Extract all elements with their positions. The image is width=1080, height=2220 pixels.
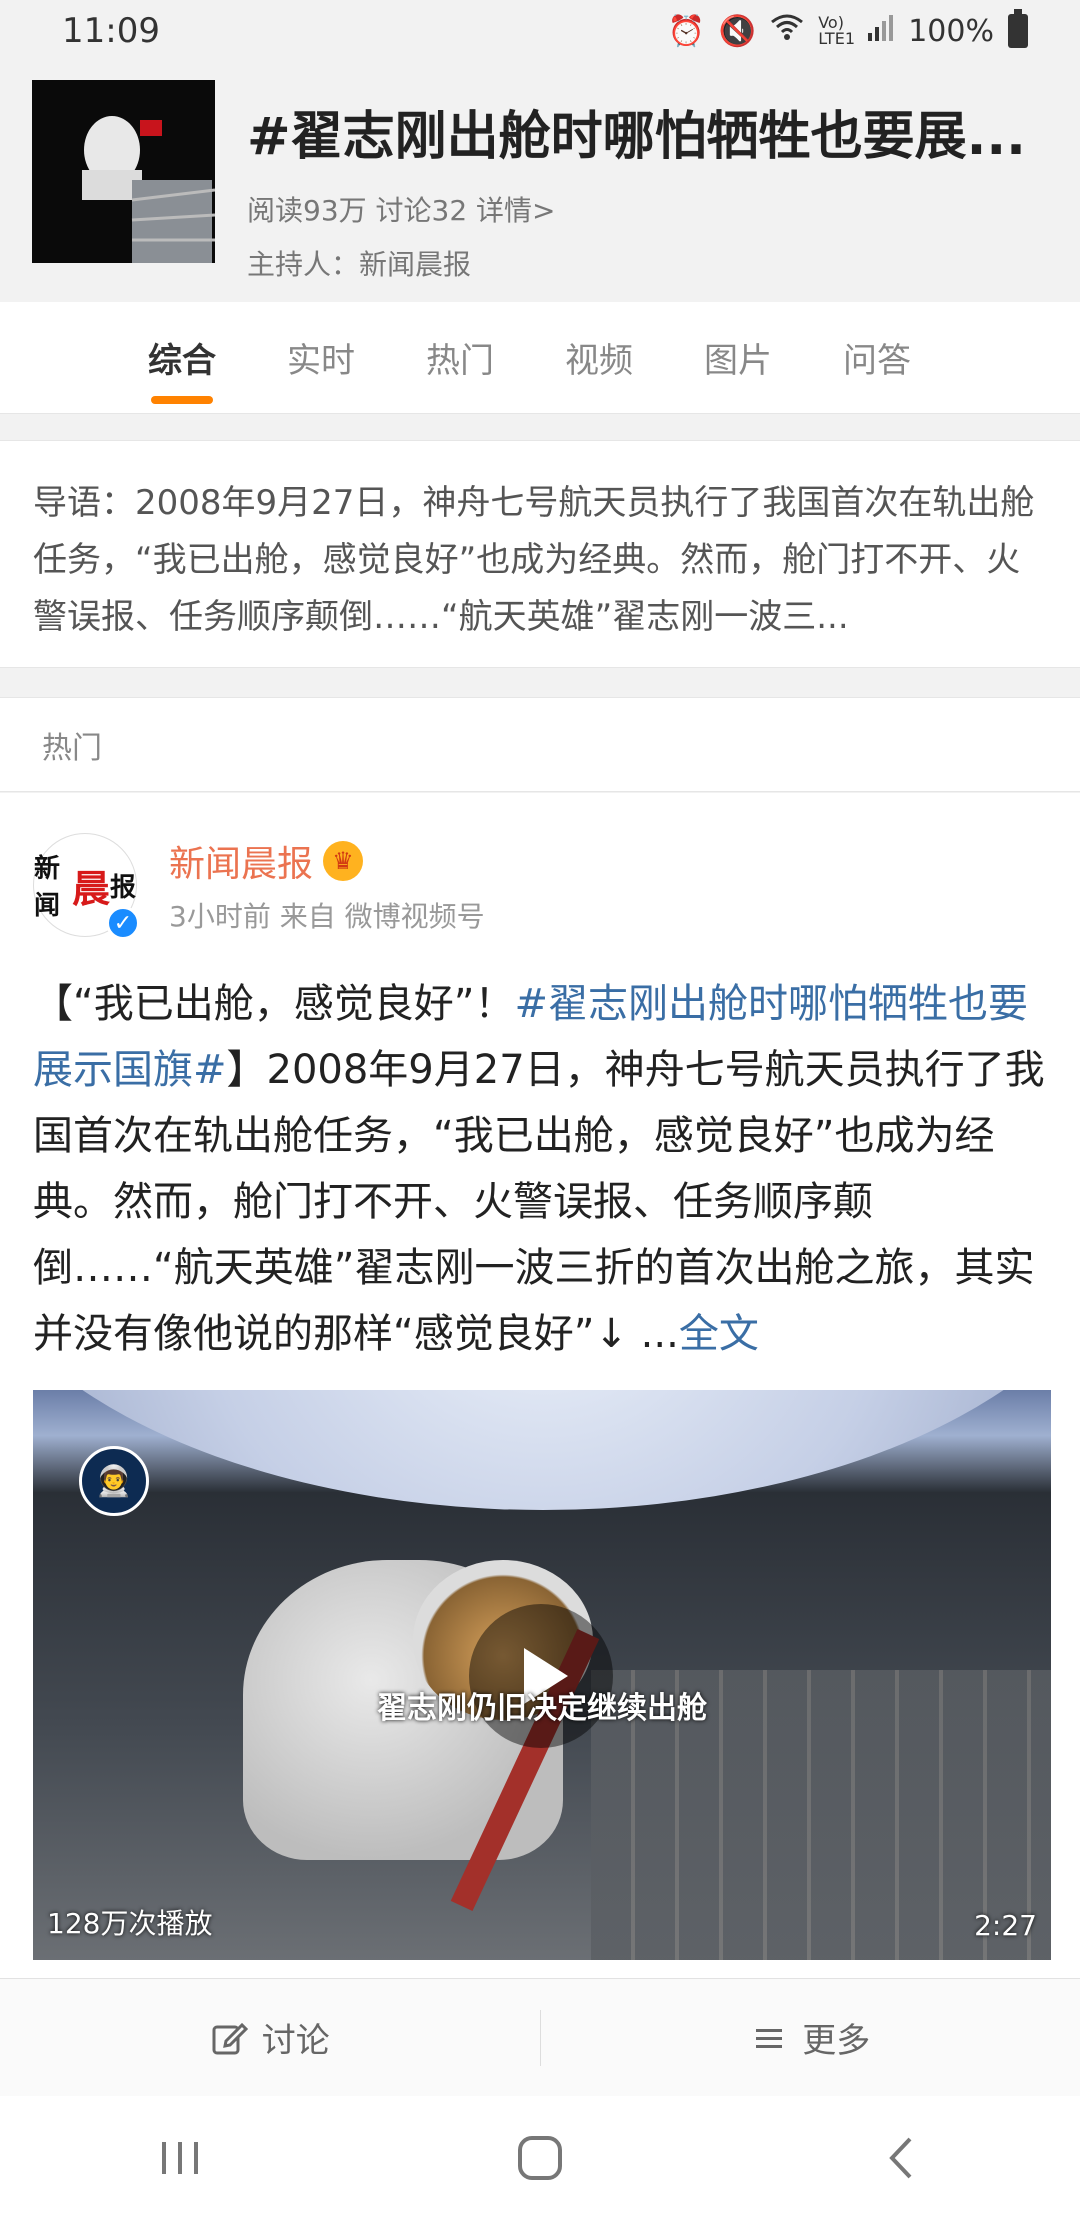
post-time-source: 3小时前 来自 微博视频号 bbox=[169, 900, 485, 933]
topic-title: #翟志刚出舱时哪怕牺牲也要展... bbox=[247, 107, 1026, 167]
post-body: 【“我已出舱，感觉良好”！#翟志刚出舱时哪怕牺牲也要展示国旗#】2008年9月2… bbox=[0, 937, 1080, 1367]
more-button[interactable]: 更多 bbox=[541, 2013, 1080, 2062]
section-label: 热门 bbox=[0, 697, 1080, 792]
back-button[interactable] bbox=[840, 2118, 960, 2198]
recent-apps-button[interactable] bbox=[120, 2118, 240, 2198]
post-header: 新闻晨报 ✓ 新闻晨报 ♛ 3小时前 来自 微博视频号 bbox=[0, 793, 1080, 940]
author-name-row[interactable]: 新闻晨报 ♛ bbox=[169, 835, 485, 887]
topic-host: 主持人：新闻晨报 bbox=[247, 248, 472, 281]
avatar-text-a: 新闻 bbox=[34, 854, 61, 921]
post-body-prefix: 【“我已出舱，感觉良好”！ bbox=[33, 981, 515, 1027]
topic-intro[interactable]: 导语：2008年9月27日，神舟七号航天员执行了我国首次在轨出舱任务，“我已出舱… bbox=[0, 440, 1080, 668]
tab-video[interactable]: 视频 bbox=[565, 333, 633, 382]
avatar[interactable]: 新闻晨报 ✓ bbox=[33, 833, 140, 940]
video-play-count: 128万次播放 bbox=[47, 1907, 213, 1940]
battery-percent: 100% bbox=[908, 13, 994, 49]
discuss-button[interactable]: 讨论 bbox=[0, 2013, 540, 2062]
topic-thumbnail[interactable] bbox=[32, 80, 215, 263]
bottom-action-bar: 讨论 更多 bbox=[0, 1978, 1080, 2096]
recent-apps-icon bbox=[162, 2142, 198, 2174]
status-time: 11:09 bbox=[62, 11, 160, 51]
home-button[interactable] bbox=[480, 2118, 600, 2198]
home-icon bbox=[518, 2136, 562, 2180]
more-label: 更多 bbox=[802, 2021, 871, 2061]
lte-label: Vo) LTE1 bbox=[818, 13, 855, 48]
avatar-text-b: 晨 bbox=[71, 865, 110, 911]
video-player[interactable]: 👨‍🚀 翟志刚仍旧决定继续出舱 128万次播放 2:27 bbox=[33, 1390, 1051, 1960]
crown-icon: ♛ bbox=[323, 841, 364, 881]
tab-hot[interactable]: 热门 bbox=[426, 333, 494, 382]
status-icons: ⏰ 🔇 Vo) LTE1 100% bbox=[667, 9, 1028, 50]
topic-stats[interactable]: 阅读93万 讨论32 详情> bbox=[247, 189, 1047, 229]
post-body-main: 】2008年9月27日，神舟七号航天员执行了我国首次在轨出舱任务，“我已出舱，感… bbox=[33, 1047, 1045, 1357]
signal-icon bbox=[866, 13, 894, 49]
full-text-link[interactable]: 全文 bbox=[679, 1311, 759, 1357]
author-name: 新闻晨报 bbox=[169, 844, 314, 885]
tab-comprehensive[interactable]: 综合 bbox=[148, 333, 216, 382]
discuss-label: 讨论 bbox=[261, 2021, 330, 2061]
edit-icon bbox=[212, 2022, 248, 2054]
system-nav-bar bbox=[0, 2096, 1080, 2220]
verified-badge-icon: ✓ bbox=[106, 906, 140, 940]
avatar-text-c: 报 bbox=[109, 872, 136, 903]
tab-bar: 综合 实时 热门 视频 图片 问答 bbox=[0, 302, 1080, 414]
back-icon bbox=[889, 2137, 912, 2179]
tab-images[interactable]: 图片 bbox=[704, 333, 772, 382]
video-subtitle: 翟志刚仍旧决定继续出舱 bbox=[377, 1691, 707, 1726]
topic-header: #翟志刚出舱时哪怕牺牲也要展... 阅读93万 讨论32 详情> 主持人：新闻晨… bbox=[0, 62, 1080, 302]
tab-qa[interactable]: 问答 bbox=[843, 333, 911, 382]
intro-text: 导语：2008年9月27日，神舟七号航天员执行了我国首次在轨出舱任务，“我已出舱… bbox=[33, 483, 1035, 637]
alarm-icon: ⏰ bbox=[667, 13, 705, 49]
video-duration: 2:27 bbox=[974, 1909, 1037, 1942]
wifi-icon bbox=[770, 12, 804, 50]
mute-icon: 🔇 bbox=[718, 13, 757, 49]
status-bar: 11:09 ⏰ 🔇 Vo) LTE1 100% bbox=[0, 0, 1080, 62]
earth-background bbox=[33, 1390, 1051, 1510]
tab-realtime[interactable]: 实时 bbox=[287, 333, 355, 382]
astronaut-icon: 👨‍🚀 bbox=[79, 1446, 149, 1516]
menu-icon bbox=[756, 2028, 783, 2048]
battery-icon bbox=[1008, 9, 1028, 48]
post-card: 新闻晨报 ✓ 新闻晨报 ♛ 3小时前 来自 微博视频号 【“我已出舱，感觉良好”… bbox=[0, 793, 1080, 1978]
